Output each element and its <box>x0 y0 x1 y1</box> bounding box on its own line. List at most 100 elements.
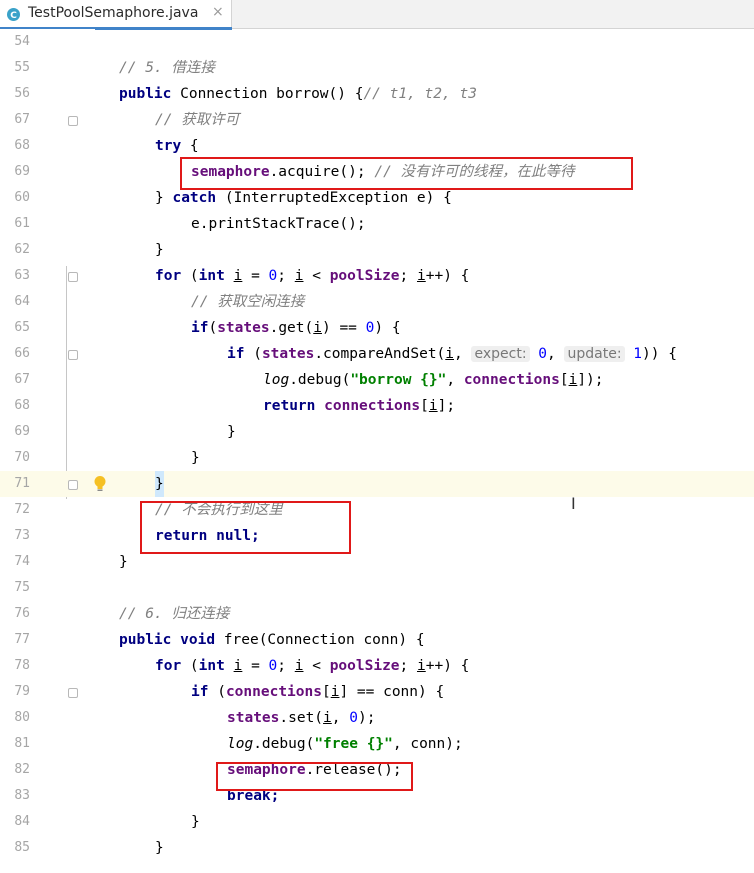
line-code: for (int i = 0; i < poolSize; i++) { <box>155 268 470 284</box>
line-code: } <box>191 814 200 830</box>
code-line: 61 e.printStackTrace(); <box>0 211 754 237</box>
fold-marker-icon[interactable] <box>68 116 78 126</box>
line-number: 84 <box>14 814 30 829</box>
line-number: 74 <box>14 554 30 569</box>
line-number: 65 <box>14 320 30 335</box>
line-code: public Connection borrow() {// t1, t2, t… <box>119 86 477 102</box>
code-line: 65 if(states.get(i) == 0) { <box>0 315 754 341</box>
line-number: 55 <box>14 60 30 75</box>
line-code: // 5. 借连接 <box>119 60 215 76</box>
line-number: 60 <box>14 190 30 205</box>
fold-marker-icon[interactable] <box>68 688 78 698</box>
line-code: public void free(Connection conn) { <box>119 632 425 648</box>
line-number: 76 <box>14 606 30 621</box>
highlight-box-return-null <box>140 501 351 554</box>
line-code: if (states.compareAndSet(i, expect: 0, u… <box>227 346 677 362</box>
line-code: try { <box>155 138 199 154</box>
tab-title: TestPoolSemaphore.java <box>28 5 199 21</box>
line-number: 69 <box>14 424 30 439</box>
code-line: 66 if (states.compareAndSet(i, expect: 0… <box>0 341 754 367</box>
line-number: 66 <box>14 346 30 361</box>
line-code: log.debug("borrow {}", connections[i]); <box>263 372 604 388</box>
code-line: 67 // 获取许可 <box>0 107 754 133</box>
fold-marker-icon[interactable] <box>68 350 78 360</box>
line-number: 64 <box>14 294 30 309</box>
line-number: 78 <box>14 658 30 673</box>
fold-marker-icon[interactable] <box>68 272 78 282</box>
line-code: // 获取空闲连接 <box>191 294 305 310</box>
code-line: 75 <box>0 575 754 601</box>
line-number: 69 <box>14 164 30 179</box>
line-number: 81 <box>14 736 30 751</box>
line-code: } <box>227 424 236 440</box>
svg-text:C: C <box>10 11 17 21</box>
code-line: 70 } <box>0 445 754 471</box>
code-line: 63 for (int i = 0; i < poolSize; i++) { <box>0 263 754 289</box>
line-number: 56 <box>14 86 30 101</box>
code-line-current: 71 } <box>0 471 754 497</box>
line-code: } <box>191 450 200 466</box>
line-number: 68 <box>14 398 30 413</box>
line-code: } <box>155 471 164 497</box>
line-code: for (int i = 0; i < poolSize; i++) { <box>155 658 470 674</box>
code-line: 85 } <box>0 835 754 861</box>
line-number: 73 <box>14 528 30 543</box>
line-code: } <box>155 840 164 856</box>
code-line: 79 if (connections[i] == conn) { <box>0 679 754 705</box>
line-number: 85 <box>14 840 30 855</box>
line-number: 68 <box>14 138 30 153</box>
code-line: 80 states.set(i, 0); <box>0 705 754 731</box>
line-number: 61 <box>14 216 30 231</box>
line-number: 67 <box>14 112 30 127</box>
line-number: 79 <box>14 684 30 699</box>
code-line: 54 <box>0 29 754 55</box>
code-line: 74 } <box>0 549 754 575</box>
fold-marker-icon[interactable] <box>68 480 78 490</box>
lightbulb-icon[interactable] <box>93 475 107 493</box>
line-number: 71 <box>14 476 30 491</box>
line-code: log.debug("free {}", conn); <box>227 736 463 752</box>
line-code: e.printStackTrace(); <box>191 216 366 232</box>
code-line: 84 } <box>0 809 754 835</box>
line-number: 70 <box>14 450 30 465</box>
code-line: 62 } <box>0 237 754 263</box>
code-line: 55 // 5. 借连接 <box>0 55 754 81</box>
line-code: if (connections[i] == conn) { <box>191 684 445 700</box>
line-number: 54 <box>14 34 30 49</box>
line-number: 77 <box>14 632 30 647</box>
line-code: // 获取许可 <box>155 112 240 128</box>
editor-tab-bar: C TestPoolSemaphore.java × <box>0 0 754 30</box>
highlight-box-release <box>216 762 413 791</box>
line-number: 72 <box>14 502 30 517</box>
line-number: 80 <box>14 710 30 725</box>
line-number: 75 <box>14 580 30 595</box>
code-line: 68 return connections[i]; <box>0 393 754 419</box>
code-line: 73 return null; <box>0 523 754 549</box>
close-icon[interactable]: × <box>212 4 224 20</box>
code-line: 77 public void free(Connection conn) { <box>0 627 754 653</box>
line-code: } <box>119 554 128 570</box>
code-line: 67 log.debug("borrow {}", connections[i]… <box>0 367 754 393</box>
tab-testpoolsemaphore[interactable]: C TestPoolSemaphore.java × <box>0 0 232 30</box>
code-line: 76 // 6. 归还连接 <box>0 601 754 627</box>
line-code: // 6. 归还连接 <box>119 606 230 622</box>
highlight-box-acquire <box>180 157 633 190</box>
code-line: 64 // 获取空闲连接 <box>0 289 754 315</box>
line-code: if(states.get(i) == 0) { <box>191 320 401 336</box>
code-line: 69 } <box>0 419 754 445</box>
code-line: 68 try { <box>0 133 754 159</box>
code-line: 72 // 不会执行到这里 <box>0 497 754 523</box>
line-code: states.set(i, 0); <box>227 710 376 726</box>
line-code: return connections[i]; <box>263 398 456 414</box>
line-number: 82 <box>14 762 30 777</box>
line-number: 83 <box>14 788 30 803</box>
line-number: 62 <box>14 242 30 257</box>
text-cursor-icon: I <box>571 494 576 513</box>
code-line: 81 log.debug("free {}", conn); <box>0 731 754 757</box>
code-line: 78 for (int i = 0; i < poolSize; i++) { <box>0 653 754 679</box>
code-line: 56 public Connection borrow() {// t1, t2… <box>0 81 754 107</box>
line-number: 63 <box>14 268 30 283</box>
line-number: 67 <box>14 372 30 387</box>
java-class-icon: C <box>7 8 20 21</box>
line-code: } <box>155 242 164 258</box>
